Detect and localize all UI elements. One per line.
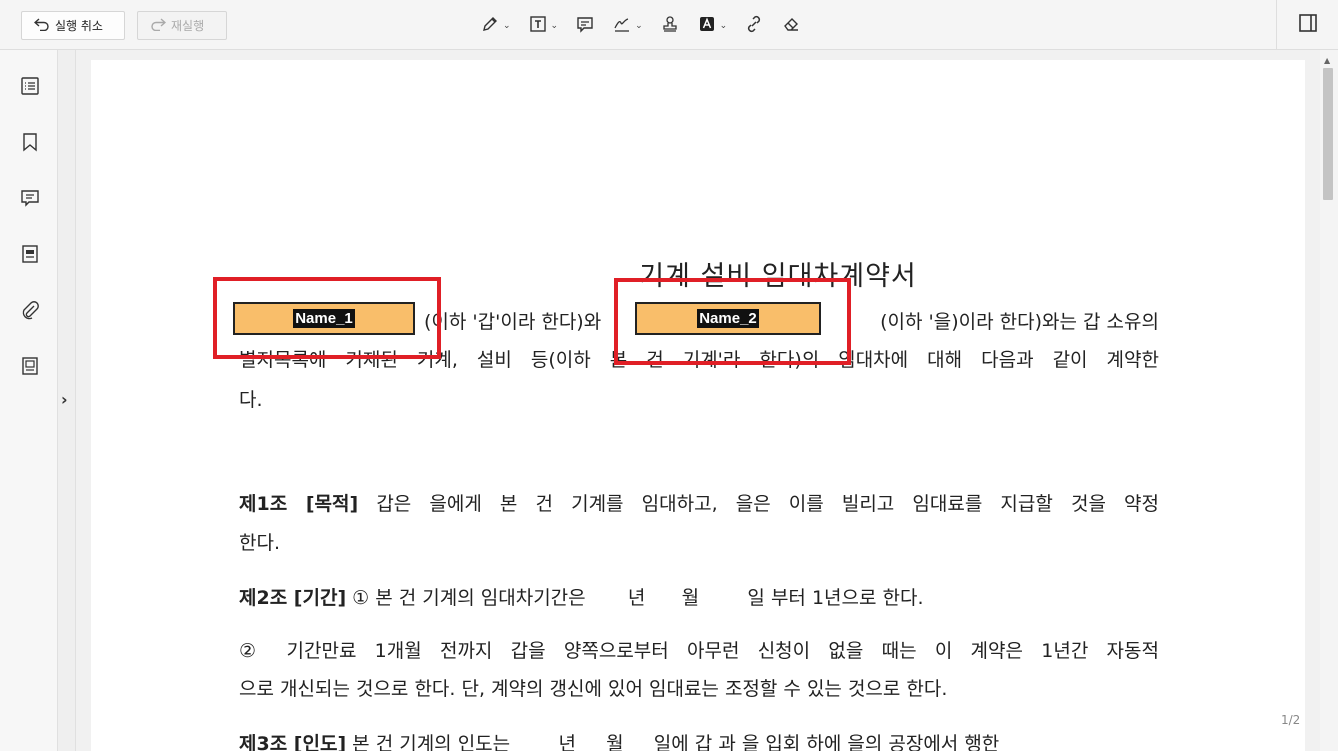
pdf-editor-app: 실행 취소 재실행 ⌄ ⌄ ⌄ ⌄ › 기계 설비 임대차계약서 (이하 '갑'… [0, 0, 1338, 751]
draw-tool-icon [480, 14, 500, 38]
article-1: 제1조 [목적] 갑은 을에게 본 건 기계를 임대하고, 을은 이를 빌리고 … [239, 490, 1159, 518]
redo-button[interactable]: 재실행 [137, 11, 227, 40]
highlight-box-name-1 [213, 277, 441, 359]
article-3: 제3조 [인도] 본 건 기계의 인도는 년 월 일에 갑 과 을 입회 하에 … [239, 730, 1159, 751]
text-highlight-tool-button[interactable]: ⌄ [697, 13, 728, 39]
scroll-up-icon[interactable]: ▲ [1324, 56, 1330, 65]
stamp-tool-icon [660, 14, 680, 38]
outline-icon[interactable] [19, 75, 41, 97]
comments-icon[interactable] [19, 187, 41, 209]
article-2-text: ① 본 건 기계의 임대차기간은 년 월 일 부터 1년으로 한다. [352, 587, 924, 609]
article-1-heading: 제1조 [목적] [239, 493, 359, 515]
top-toolbar: 실행 취소 재실행 ⌄ ⌄ ⌄ ⌄ [0, 0, 1338, 50]
text-box-tool-button[interactable]: ⌄ [528, 13, 559, 39]
text-box-tool-icon [528, 14, 548, 38]
left-sidebar [0, 50, 58, 751]
vertical-scrollbar[interactable]: ▲ [1320, 50, 1338, 751]
article-1-cont: 한다. [239, 532, 280, 554]
signature-tool-button[interactable]: ⌄ [612, 13, 643, 39]
article-2-para-2-cont: 으로 개신되는 것으로 한다. 단, 계약의 갱신에 있어 임대료는 조정할 수… [239, 678, 948, 700]
intro-line-3: 다. [239, 389, 263, 411]
draw-tool-button[interactable]: ⌄ [480, 13, 511, 39]
attachment-icon[interactable] [19, 299, 41, 321]
undo-button[interactable]: 실행 취소 [21, 11, 125, 40]
eraser-tool-button[interactable] [781, 13, 801, 39]
page-indicator: 1/2 [1281, 713, 1301, 727]
comment-tool-button[interactable] [575, 13, 595, 39]
scrollbar-thumb[interactable] [1323, 68, 1333, 200]
sidebar-expander[interactable]: › [58, 50, 76, 751]
comment-tool-icon [575, 14, 595, 38]
undo-label: 실행 취소 [55, 19, 103, 33]
chevron-down-icon: ⌄ [550, 21, 559, 31]
document-viewer: 기계 설비 임대차계약서 (이하 '갑'이라 한다)와 (이하 '을)이라 한다… [76, 50, 1320, 751]
signature-tool-icon [612, 14, 632, 38]
pages-icon[interactable] [19, 355, 41, 377]
chevron-down-icon: ⌄ [719, 21, 728, 31]
annotation-tools: ⌄ ⌄ ⌄ ⌄ [480, 13, 818, 39]
panel-toggle-icon [1298, 13, 1318, 37]
chevron-down-icon: ⌄ [503, 21, 511, 31]
article-2-heading: 제2조 [기간] [239, 587, 347, 609]
stamp-tool-button[interactable] [660, 13, 680, 39]
chevron-down-icon: ⌄ [635, 21, 643, 31]
intro-text-mid: (이하 '갑'이라 한다)와 [424, 311, 602, 333]
highlight-box-name-2 [614, 278, 851, 365]
form-icon[interactable] [19, 243, 41, 265]
chevron-right-icon: › [61, 390, 68, 409]
article-3-text: 본 건 기계의 인도는 년 월 일에 갑 과 을 입회 하에 을의 공장에서 행… [352, 733, 1000, 751]
text-highlight-tool-icon [697, 14, 717, 38]
document-page: 기계 설비 임대차계약서 (이하 '갑'이라 한다)와 (이하 '을)이라 한다… [91, 60, 1305, 751]
link-tool-button[interactable] [744, 13, 764, 39]
article-1-text: 갑은 을에게 본 건 기계를 임대하고, 을은 이를 빌리고 임대료를 지급할 … [376, 493, 1159, 515]
undo-icon [33, 17, 50, 34]
eraser-tool-icon [781, 14, 801, 38]
article-3-heading: 제3조 [인도] [239, 733, 347, 751]
intro-line-1-end: (이하 '을)이라 한다)와는 갑 소유의 [880, 311, 1159, 333]
redo-icon [150, 17, 167, 34]
right-panel-toggle-button[interactable] [1276, 0, 1338, 50]
link-tool-icon [744, 14, 764, 38]
bookmark-icon[interactable] [19, 131, 41, 153]
article-2-para-2: ② 기간만료 1개월 전까지 갑을 양쪽으로부터 아무런 신청이 없을 때는 이… [239, 640, 1159, 662]
redo-label: 재실행 [171, 19, 205, 33]
article-2: 제2조 [기간] ① 본 건 기계의 임대차기간은 년 월 일 부터 1년으로 … [239, 584, 1159, 612]
